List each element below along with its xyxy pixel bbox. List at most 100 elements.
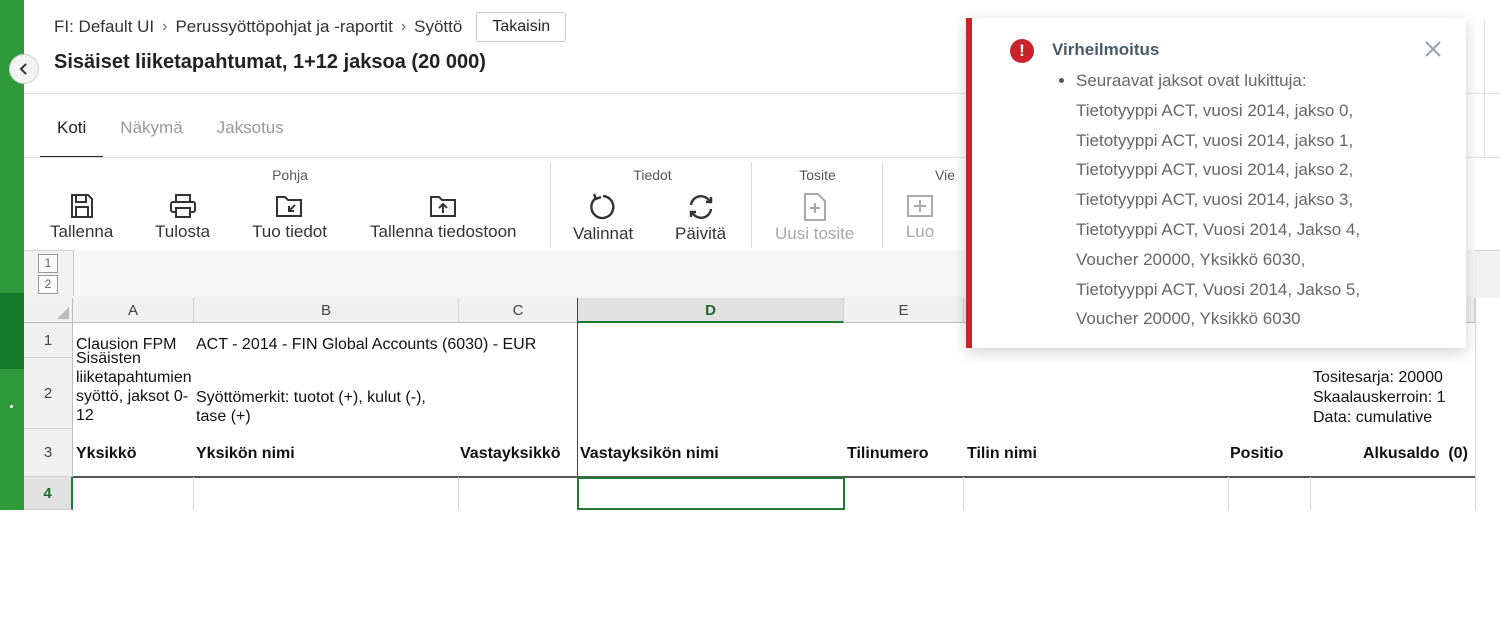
row-header-3[interactable]: 3 [24, 429, 73, 477]
notification-title: Virheilmoitus [1052, 40, 1160, 59]
grid-line [1475, 298, 1476, 510]
header-cell-counter-unit-name[interactable]: Vastayksikön nimi [580, 444, 719, 463]
notification-message: Seuraavat jaksot ovat lukittuja: Tietoty… [1054, 66, 1434, 334]
grid-line [458, 477, 459, 510]
notification-line: Tietotyyppi ACT, vuosi 2014, jakso 2, [1076, 160, 1354, 180]
ribbon-tabs: Koti Näkymä Jaksotus [40, 100, 301, 158]
import-data-button[interactable]: Tuo tiedot [252, 192, 327, 242]
column-header-c[interactable]: C [459, 298, 578, 323]
group-title: Tosite [799, 167, 836, 183]
save-to-file-button[interactable]: Tallenna tiedostoon [370, 192, 517, 242]
outline-level-2-button[interactable]: 2 [38, 275, 58, 294]
notification-line: Tietotyyppi ACT, vuosi 2014, jakso 1, [1076, 130, 1354, 150]
add-box-icon [907, 195, 933, 217]
select-all-corner[interactable] [24, 298, 73, 323]
error-notification: ! Virheilmoitus Seuraavat jaksot ovat lu… [966, 18, 1466, 348]
ribbon-group-vie: Vie Luo [885, 162, 965, 248]
ribbon-separator [550, 162, 551, 248]
refresh-button[interactable]: Päivitä [675, 192, 726, 244]
error-icon: ! [1010, 39, 1034, 63]
ribbon-separator [882, 162, 883, 248]
notification-line: Voucher 20000, Yksikkö 6030, [1076, 249, 1306, 269]
print-icon [169, 194, 196, 218]
header-cell-counter-unit[interactable]: Vastayksikkö [460, 444, 561, 463]
cell-data-mode[interactable]: Data: cumulative [1313, 408, 1473, 427]
tab-jaksotus[interactable]: Jaksotus [200, 100, 301, 158]
breadcrumb-separator-icon: › [162, 18, 168, 35]
notification-list-item: Seuraavat jaksot ovat lukittuja: Tietoty… [1076, 66, 1434, 334]
create-label: Luo [905, 222, 935, 241]
cell-b2[interactable]: Syöttömerkit: tuotot (+), kulut (-), tas… [196, 388, 456, 426]
column-header-e[interactable]: E [844, 298, 964, 323]
new-document-icon [803, 193, 826, 221]
scroll-edge [1484, 20, 1494, 158]
notification-line: Voucher 20000, Yksikkö 6030 [1076, 309, 1301, 329]
column-header-b[interactable]: B [194, 298, 459, 323]
new-voucher-label: Uusi tosite [775, 224, 855, 243]
notification-line: Tietotyyppi ACT, vuosi 2014, jakso 0, [1076, 100, 1354, 120]
selections-label: Valinnat [573, 224, 634, 243]
save-label: Tallenna [50, 222, 114, 241]
notification-line: Seuraavat jaksot ovat lukittuja: [1076, 71, 1307, 90]
header-cell-unit-name[interactable]: Yksikön nimi [196, 444, 295, 463]
refresh-icon [689, 195, 712, 219]
header-cell-account-name[interactable]: Tilin nimi [967, 444, 1037, 463]
ribbon-separator [751, 162, 752, 248]
tab-nakyma[interactable]: Näkymä [103, 100, 199, 158]
collapse-panel-button[interactable] [9, 54, 39, 84]
print-label: Tulosta [155, 222, 211, 241]
header-cell-account-number[interactable]: Tilinumero [847, 444, 929, 463]
row-header-2[interactable]: 2 [24, 358, 73, 429]
breadcrumb-item[interactable]: FI: Default UI [54, 17, 154, 37]
save-icon [70, 194, 93, 218]
cell-voucher-series[interactable]: Tositesarja: 20000 [1313, 368, 1473, 387]
save-to-file-label: Tallenna tiedostoon [370, 222, 517, 241]
cell-a2-text: Sisäisten liiketapahtumien syöttö, jakso… [76, 350, 192, 424]
close-notification-button[interactable] [1422, 38, 1444, 60]
header-cell-unit[interactable]: Yksikkö [76, 444, 136, 463]
back-button[interactable]: Takaisin [476, 12, 567, 42]
outline-level-1-button[interactable]: 1 [38, 254, 58, 273]
ribbon-group-pohja: Pohja Tallenna Tulosta Tuo tiedot Tallen… [40, 162, 540, 248]
grid-line [1228, 477, 1229, 510]
rail-dot [10, 405, 13, 408]
refresh-ccw-icon [590, 193, 615, 220]
cell-scale-factor[interactable]: Skaalauskerroin: 1 [1313, 388, 1473, 407]
page-title: Sisäiset liiketapahtumat, 1+12 jaksoa (2… [54, 51, 486, 73]
folder-import-icon [276, 196, 303, 217]
cell-a2[interactable]: Sisäisten liiketapahtumien syöttö, jakso… [76, 350, 192, 428]
close-icon [1425, 41, 1441, 57]
chevron-left-icon [19, 63, 27, 75]
group-title: Pohja [272, 167, 308, 183]
grid-line [963, 477, 964, 510]
column-header-d[interactable]: D [578, 298, 844, 323]
rail-expand-button[interactable] [0, 293, 24, 625]
grid-line [193, 477, 194, 510]
breadcrumb-item[interactable]: Syöttö [414, 17, 462, 37]
notification-line: Tietotyyppi ACT, Vuosi 2014, Jakso 5, [1076, 279, 1361, 299]
header-cell-opening-balance[interactable]: Alkusaldo (0) [1363, 444, 1468, 463]
save-button[interactable]: Tallenna [50, 192, 113, 242]
create-button[interactable]: Luo [905, 192, 935, 242]
selected-cell-d4[interactable] [577, 477, 845, 510]
tab-koti[interactable]: Koti [40, 100, 104, 158]
breadcrumb-item[interactable]: Perussyöttöpohjat ja -raportit [175, 17, 392, 37]
grid-line [1310, 477, 1311, 510]
refresh-label: Päivitä [675, 224, 727, 243]
breadcrumb: FI: Default UI › Perussyöttöpohjat ja -r… [54, 12, 567, 42]
cell-b1[interactable]: ACT - 2014 - FIN Global Accounts (6030) … [196, 335, 576, 354]
ribbon-group-tosite: Tosite Uusi tosite [755, 162, 880, 248]
new-voucher-button[interactable]: Uusi tosite [775, 192, 854, 244]
import-label: Tuo tiedot [252, 222, 327, 241]
print-button[interactable]: Tulosta [155, 192, 210, 242]
selections-button[interactable]: Valinnat [573, 192, 633, 244]
notification-line: Tietotyyppi ACT, Vuosi 2014, Jakso 4, [1076, 219, 1361, 239]
row-header-1[interactable]: 1 [24, 323, 73, 358]
chevron-right-icon [8, 615, 14, 625]
notification-line: Tietotyyppi ACT, vuosi 2014, jakso 3, [1076, 190, 1354, 210]
group-title: Tiedot [633, 167, 672, 183]
column-header-a[interactable]: A [73, 298, 194, 323]
folder-upload-icon [430, 196, 457, 217]
row-header-4[interactable]: 4 [24, 477, 73, 510]
header-cell-position[interactable]: Positio [1230, 444, 1283, 463]
